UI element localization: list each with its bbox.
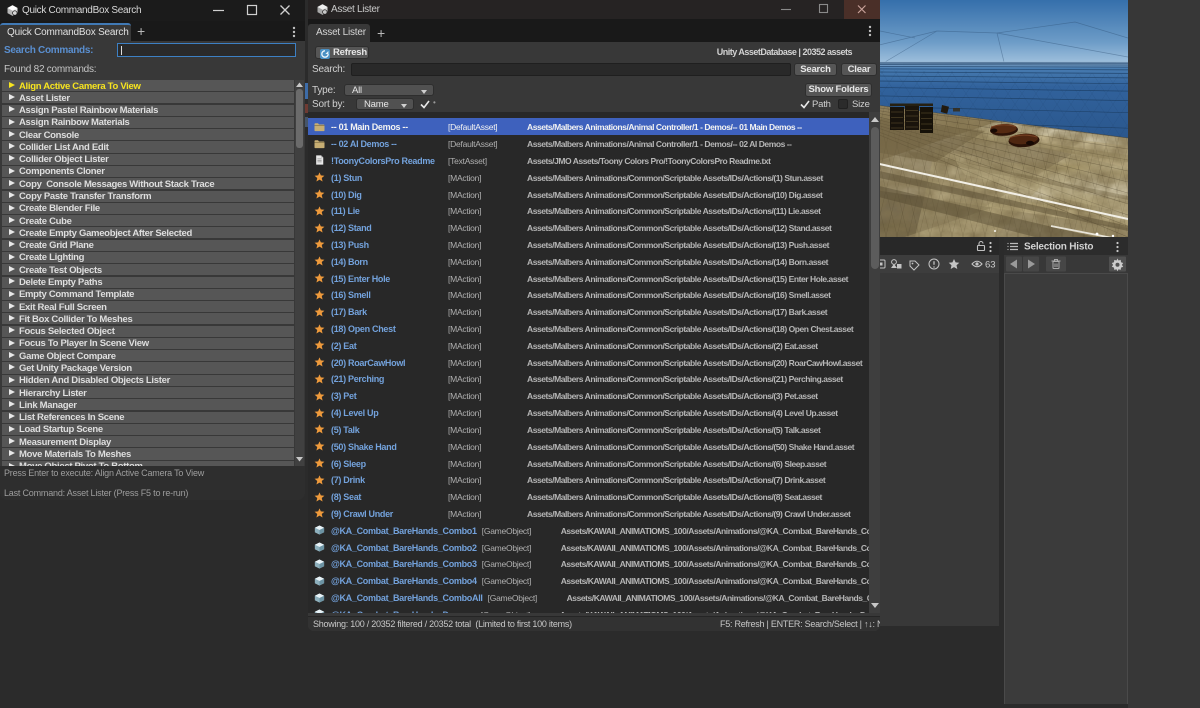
svg-text:63: 63 <box>985 260 996 271</box>
svg-text:Selection Histo: Selection Histo <box>1024 242 1093 253</box>
